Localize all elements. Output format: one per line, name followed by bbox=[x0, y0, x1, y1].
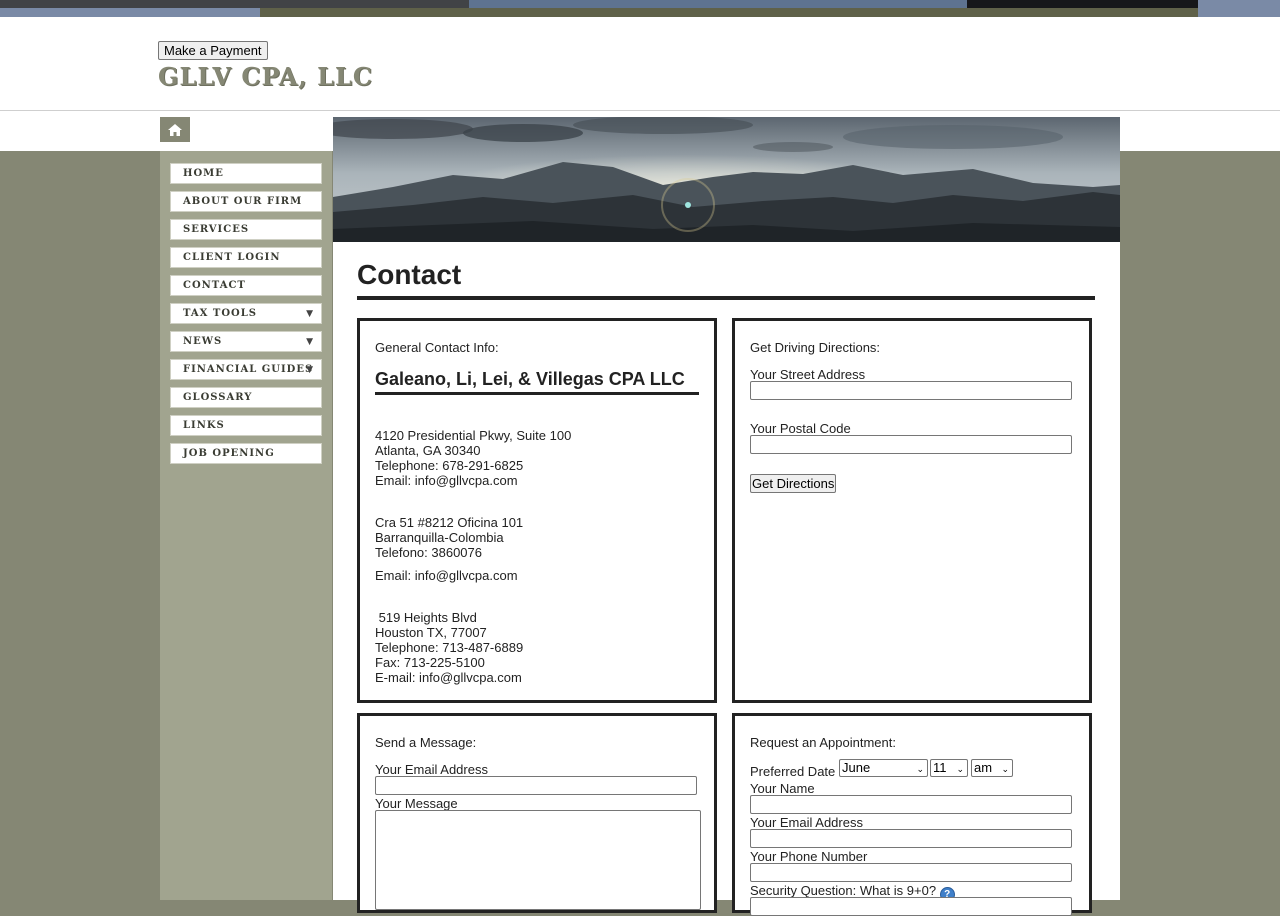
chevron-down-icon: ⌄ bbox=[916, 764, 924, 774]
get-directions-button[interactable]: Get Directions bbox=[750, 474, 837, 493]
message-text-label: Your Message bbox=[375, 796, 458, 811]
postal-code-label: Your Postal Code bbox=[750, 421, 851, 436]
preferred-date-label: Preferred Date bbox=[750, 764, 836, 779]
appointment-email-label: Your Email Address bbox=[750, 815, 863, 830]
email-line: Email: info@gllvcpa.com bbox=[375, 568, 518, 583]
office-atlanta: 4120 Presidential Pkwy, Suite 100 Atlant… bbox=[375, 428, 695, 488]
home-button[interactable] bbox=[160, 117, 190, 142]
phone-line: Telephone: 713-487-6889 bbox=[375, 640, 524, 655]
nav-item-label: CLIENT LOGIN bbox=[183, 252, 281, 263]
security-question-text: Security Question: What is 9+0? bbox=[750, 883, 937, 898]
address-line: Barranquilla-Colombia bbox=[375, 530, 504, 545]
firm-name: Galeano, Li, Lei, & Villegas CPA LLC bbox=[375, 369, 685, 389]
address-line: Cra 51 #8212 Oficina 101 bbox=[375, 515, 524, 530]
address-line: Houston TX, 77007 bbox=[375, 625, 487, 640]
message-email-input[interactable] bbox=[375, 776, 697, 795]
nav-item-label: LINKS bbox=[183, 420, 225, 431]
name-label: Your Name bbox=[750, 781, 815, 796]
top-color-strip bbox=[0, 0, 1280, 17]
office-barranquilla-email: Email: info@gllvcpa.com bbox=[375, 568, 695, 583]
day-select[interactable]: 11 ⌄ bbox=[930, 759, 968, 777]
office-barranquilla: Cra 51 #8212 Oficina 101 Barranquilla-Co… bbox=[375, 515, 695, 560]
nav-item-label: HOME bbox=[183, 168, 224, 179]
office-houston: 519 Heights Blvd Houston TX, 77007 Telep… bbox=[375, 610, 695, 685]
contact-info-heading: General Contact Info: bbox=[375, 340, 499, 355]
chevron-down-icon: ⌄ bbox=[1001, 764, 1009, 774]
chevron-down-icon: ⌄ bbox=[956, 764, 964, 774]
phone-input[interactable] bbox=[750, 863, 1072, 882]
firm-name-divider bbox=[375, 392, 699, 395]
name-input[interactable] bbox=[750, 795, 1072, 814]
appointment-heading: Request an Appointment: bbox=[750, 735, 896, 750]
message-textarea[interactable] bbox=[375, 810, 701, 910]
nav-item-label: CONTACT bbox=[183, 280, 246, 291]
nav-item-home[interactable]: HOME bbox=[170, 163, 322, 184]
address-line: 4120 Presidential Pkwy, Suite 100 bbox=[375, 428, 572, 443]
appointment-box: Request an Appointment: Preferred Date J… bbox=[732, 713, 1092, 916]
mountain-banner-image bbox=[333, 117, 1120, 242]
nav-item-about-our-firm[interactable]: ABOUT OUR FIRM bbox=[170, 191, 322, 212]
make-payment-button[interactable]: Make a Payment bbox=[158, 41, 268, 60]
site-header: Make a Payment GLLV CPA, LLC bbox=[0, 17, 1280, 111]
month-value: June bbox=[842, 760, 871, 775]
phone-line: Telefono: 3860076 bbox=[375, 545, 482, 560]
nav-item-glossary[interactable]: GLOSSARY bbox=[170, 387, 322, 408]
appointment-email-input[interactable] bbox=[750, 829, 1072, 848]
nav-item-label: NEWS bbox=[183, 336, 223, 347]
page-title: Contact bbox=[357, 259, 462, 290]
email-line: Email: info@gllvcpa.com bbox=[375, 473, 518, 488]
directions-heading: Get Driving Directions: bbox=[750, 340, 881, 355]
message-heading: Send a Message: bbox=[375, 735, 477, 750]
main-nav: HOME ABOUT OUR FIRM SERVICES CLIENT LOGIN CO… bbox=[170, 163, 322, 471]
nav-item-label: JOB OPENING bbox=[183, 448, 275, 459]
nav-item-label: FINANCIAL GUIDES bbox=[183, 364, 314, 375]
home-icon bbox=[168, 123, 182, 136]
address-line: 519 Heights Blvd bbox=[375, 610, 477, 625]
directions-box: Get Driving Directions: Your Street Addr… bbox=[732, 318, 1092, 703]
fax-line: Fax: 713-225-5100 bbox=[375, 655, 485, 670]
nav-item-services[interactable]: SERVICES bbox=[170, 219, 322, 240]
nav-item-label: GLOSSARY bbox=[183, 392, 253, 403]
email-line: E-mail: info@gllvcpa.com bbox=[375, 670, 522, 685]
message-email-label: Your Email Address bbox=[375, 762, 488, 777]
nav-item-links[interactable]: LINKS bbox=[170, 415, 322, 436]
nav-item-label: SERVICES bbox=[183, 224, 250, 235]
nav-item-job-opening[interactable]: JOB OPENING bbox=[170, 443, 322, 464]
submenu-arrow-icon: ▼ bbox=[306, 365, 314, 375]
contact-info-box: General Contact Info: Galeano, Li, Lei, … bbox=[357, 318, 717, 703]
nav-item-tax-tools[interactable]: TAX TOOLS ▼ bbox=[170, 303, 322, 324]
street-address-label: Your Street Address bbox=[750, 367, 866, 382]
nav-item-client-login[interactable]: CLIENT LOGIN bbox=[170, 247, 322, 268]
nav-item-contact[interactable]: CONTACT bbox=[170, 275, 322, 296]
site-logo[interactable]: GLLV CPA, LLC bbox=[158, 62, 373, 91]
nav-item-financial-guides[interactable]: FINANCIAL GUIDES ▼ bbox=[170, 359, 322, 380]
ampm-select[interactable]: am ⌄ bbox=[971, 759, 1013, 777]
postal-code-input[interactable] bbox=[750, 435, 1072, 454]
message-box: Send a Message: Your Email Address Your … bbox=[357, 713, 717, 913]
street-address-input[interactable] bbox=[750, 381, 1072, 400]
ampm-value: am bbox=[974, 760, 993, 775]
submenu-arrow-icon: ▼ bbox=[306, 337, 314, 347]
main-content: Contact General Contact Info: Galeano, L… bbox=[333, 117, 1120, 916]
nav-item-label: ABOUT OUR FIRM bbox=[183, 196, 303, 207]
day-value: 11 bbox=[933, 760, 947, 775]
nav-item-news[interactable]: NEWS ▼ bbox=[170, 331, 322, 352]
phone-line: Telephone: 678-291-6825 bbox=[375, 458, 524, 473]
title-divider bbox=[357, 296, 1095, 300]
nav-item-label: TAX TOOLS bbox=[183, 308, 258, 319]
month-select[interactable]: June ⌄ bbox=[839, 759, 928, 777]
address-line: Atlanta, GA 30340 bbox=[375, 443, 481, 458]
submenu-arrow-icon: ▼ bbox=[306, 309, 314, 319]
phone-label: Your Phone Number bbox=[750, 849, 868, 864]
